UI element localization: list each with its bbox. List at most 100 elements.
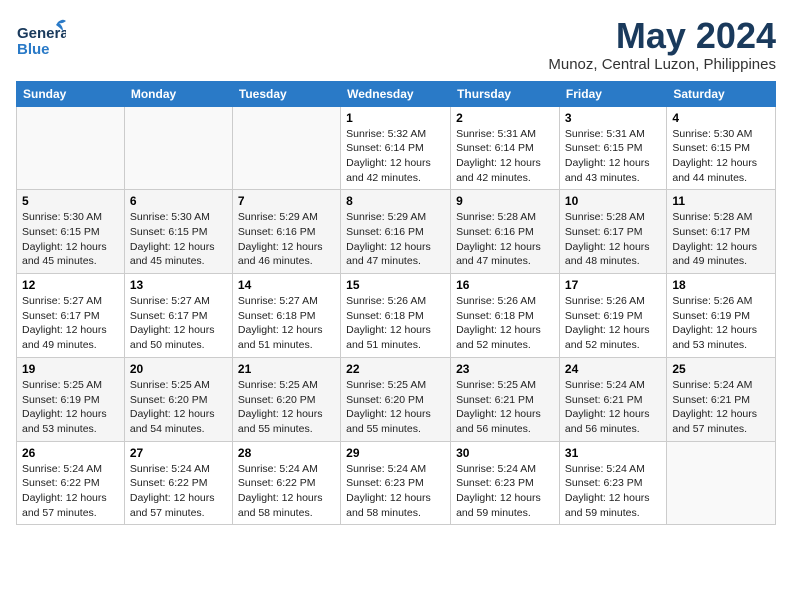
day-info: Sunrise: 5:31 AMSunset: 6:15 PMDaylight:… <box>565 128 650 184</box>
day-info: Sunrise: 5:30 AMSunset: 6:15 PMDaylight:… <box>22 211 107 267</box>
calendar-cell: 16 Sunrise: 5:26 AMSunset: 6:18 PMDayligh… <box>451 274 560 358</box>
day-number: 26 <box>22 446 119 460</box>
day-number: 31 <box>565 446 661 460</box>
calendar-cell: 19Sunrise: 5:25 AMSunset: 6:19 PMDayligh… <box>17 357 125 441</box>
calendar-cell: 4Sunrise: 5:30 AMSunset: 6:15 PMDaylight… <box>667 106 776 190</box>
day-info: Sunrise: 5:24 AMSunset: 6:21 PMDaylight:… <box>565 379 650 435</box>
calendar-header: SundayMondayTuesdayWednesdayThursdayFrid… <box>17 81 776 106</box>
header-day-tuesday: Tuesday <box>232 81 340 106</box>
day-number: 10 <box>565 194 661 208</box>
calendar-cell: 31 Sunrise: 5:24 AMSunset: 6:23 PMDayligh… <box>559 441 666 525</box>
calendar-cell: 11Sunrise: 5:28 AMSunset: 6:17 PMDayligh… <box>667 190 776 274</box>
svg-text:Blue: Blue <box>17 41 50 58</box>
header-day-friday: Friday <box>559 81 666 106</box>
calendar-cell: 9 Sunrise: 5:28 AMSunset: 6:16 PMDaylight… <box>451 190 560 274</box>
day-number: 23 <box>456 362 554 376</box>
day-info: Sunrise: 5:25 AMSunset: 6:20 PMDaylight:… <box>346 379 431 435</box>
header-day-wednesday: Wednesday <box>341 81 451 106</box>
page-header: General Blue May 2024 Munoz, Central Luz… <box>16 16 776 73</box>
day-number: 16 <box>456 278 554 292</box>
header-day-monday: Monday <box>124 81 232 106</box>
calendar-cell <box>232 106 340 190</box>
calendar-table: SundayMondayTuesdayWednesdayThursdayFrid… <box>16 81 776 526</box>
calendar-cell: 22Sunrise: 5:25 AMSunset: 6:20 PMDayligh… <box>341 357 451 441</box>
day-number: 17 <box>565 278 661 292</box>
svg-text:General: General <box>17 25 66 42</box>
title-block: May 2024 Munoz, Central Luzon, Philippin… <box>548 16 776 73</box>
week-row-3: 12 Sunrise: 5:27 AMSunset: 6:17 PMDayligh… <box>17 274 776 358</box>
calendar-cell: 25Sunrise: 5:24 AMSunset: 6:21 PMDayligh… <box>667 357 776 441</box>
day-info: Sunrise: 5:26 AMSunset: 6:19 PMDaylight:… <box>672 295 757 351</box>
day-info: Sunrise: 5:26 AMSunset: 6:18 PMDaylight:… <box>346 295 431 351</box>
logo: General Blue <box>16 16 58 58</box>
day-number: 19 <box>22 362 119 376</box>
calendar-cell: 26Sunrise: 5:24 AMSunset: 6:22 PMDayligh… <box>17 441 125 525</box>
day-number: 7 <box>238 194 335 208</box>
calendar-cell: 29 Sunrise: 5:24 AMSunset: 6:23 PMDayligh… <box>341 441 451 525</box>
day-info: Sunrise: 5:32 AMSunset: 6:14 PMDaylight:… <box>346 128 431 184</box>
location-text: Munoz, Central Luzon, Philippines <box>548 56 776 73</box>
calendar-cell: 24 Sunrise: 5:24 AMSunset: 6:21 PMDayligh… <box>559 357 666 441</box>
calendar-cell: 17 Sunrise: 5:26 AMSunset: 6:19 PMDayligh… <box>559 274 666 358</box>
calendar-cell: 23Sunrise: 5:25 AMSunset: 6:21 PMDayligh… <box>451 357 560 441</box>
day-info: Sunrise: 5:27 AMSunset: 6:18 PMDaylight:… <box>238 295 323 351</box>
calendar-cell: 30 Sunrise: 5:24 AMSunset: 6:23 PMDayligh… <box>451 441 560 525</box>
day-info: Sunrise: 5:25 AMSunset: 6:20 PMDaylight:… <box>130 379 215 435</box>
header-day-saturday: Saturday <box>667 81 776 106</box>
header-row: SundayMondayTuesdayWednesdayThursdayFrid… <box>17 81 776 106</box>
day-number: 13 <box>130 278 227 292</box>
calendar-cell <box>17 106 125 190</box>
day-number: 14 <box>238 278 335 292</box>
day-info: Sunrise: 5:28 AMSunset: 6:16 PMDaylight:… <box>456 211 541 267</box>
day-number: 4 <box>672 111 770 125</box>
day-number: 20 <box>130 362 227 376</box>
day-info: Sunrise: 5:31 AMSunset: 6:14 PMDaylight:… <box>456 128 541 184</box>
day-number: 25 <box>672 362 770 376</box>
day-number: 11 <box>672 194 770 208</box>
header-day-thursday: Thursday <box>451 81 560 106</box>
calendar-body: 1 Sunrise: 5:32 AMSunset: 6:14 PMDaylight… <box>17 106 776 525</box>
day-number: 9 <box>456 194 554 208</box>
calendar-cell <box>124 106 232 190</box>
day-info: Sunrise: 5:26 AMSunset: 6:18 PMDaylight:… <box>456 295 541 351</box>
day-info: Sunrise: 5:27 AMSunset: 6:17 PMDaylight:… <box>130 295 215 351</box>
calendar-cell: 7 Sunrise: 5:29 AMSunset: 6:16 PMDaylight… <box>232 190 340 274</box>
day-info: Sunrise: 5:29 AMSunset: 6:16 PMDaylight:… <box>238 211 323 267</box>
day-info: Sunrise: 5:27 AMSunset: 6:17 PMDaylight:… <box>22 295 107 351</box>
day-info: Sunrise: 5:24 AMSunset: 6:23 PMDaylight:… <box>456 463 541 519</box>
day-number: 28 <box>238 446 335 460</box>
day-number: 27 <box>130 446 227 460</box>
day-number: 3 <box>565 111 661 125</box>
header-day-sunday: Sunday <box>17 81 125 106</box>
calendar-cell: 13 Sunrise: 5:27 AMSunset: 6:17 PMDayligh… <box>124 274 232 358</box>
day-number: 12 <box>22 278 119 292</box>
week-row-4: 19Sunrise: 5:25 AMSunset: 6:19 PMDayligh… <box>17 357 776 441</box>
day-info: Sunrise: 5:26 AMSunset: 6:19 PMDaylight:… <box>565 295 650 351</box>
day-info: Sunrise: 5:24 AMSunset: 6:23 PMDaylight:… <box>565 463 650 519</box>
calendar-cell: 27 Sunrise: 5:24 AMSunset: 6:22 PMDayligh… <box>124 441 232 525</box>
day-number: 30 <box>456 446 554 460</box>
calendar-cell: 10 Sunrise: 5:28 AMSunset: 6:17 PMDayligh… <box>559 190 666 274</box>
day-info: Sunrise: 5:30 AMSunset: 6:15 PMDaylight:… <box>130 211 215 267</box>
day-number: 29 <box>346 446 445 460</box>
calendar-cell <box>667 441 776 525</box>
day-number: 6 <box>130 194 227 208</box>
calendar-cell: 18Sunrise: 5:26 AMSunset: 6:19 PMDayligh… <box>667 274 776 358</box>
day-info: Sunrise: 5:24 AMSunset: 6:23 PMDaylight:… <box>346 463 431 519</box>
day-info: Sunrise: 5:24 AMSunset: 6:22 PMDaylight:… <box>238 463 323 519</box>
day-number: 24 <box>565 362 661 376</box>
day-info: Sunrise: 5:24 AMSunset: 6:22 PMDaylight:… <box>130 463 215 519</box>
calendar-cell: 28 Sunrise: 5:24 AMSunset: 6:22 PMDayligh… <box>232 441 340 525</box>
day-info: Sunrise: 5:25 AMSunset: 6:20 PMDaylight:… <box>238 379 323 435</box>
calendar-cell: 1 Sunrise: 5:32 AMSunset: 6:14 PMDaylight… <box>341 106 451 190</box>
day-number: 1 <box>346 111 445 125</box>
day-number: 5 <box>22 194 119 208</box>
calendar-cell: 5 Sunrise: 5:30 AMSunset: 6:15 PMDaylight… <box>17 190 125 274</box>
day-info: Sunrise: 5:28 AMSunset: 6:17 PMDaylight:… <box>565 211 650 267</box>
calendar-cell: 3 Sunrise: 5:31 AMSunset: 6:15 PMDaylight… <box>559 106 666 190</box>
calendar-cell: 15Sunrise: 5:26 AMSunset: 6:18 PMDayligh… <box>341 274 451 358</box>
month-year-title: May 2024 <box>548 16 776 56</box>
week-row-5: 26 Sunrise: 5:24 AMSunset: 6:22 PMDayligh… <box>17 441 776 525</box>
day-number: 2 <box>456 111 554 125</box>
day-number: 8 <box>346 194 445 208</box>
